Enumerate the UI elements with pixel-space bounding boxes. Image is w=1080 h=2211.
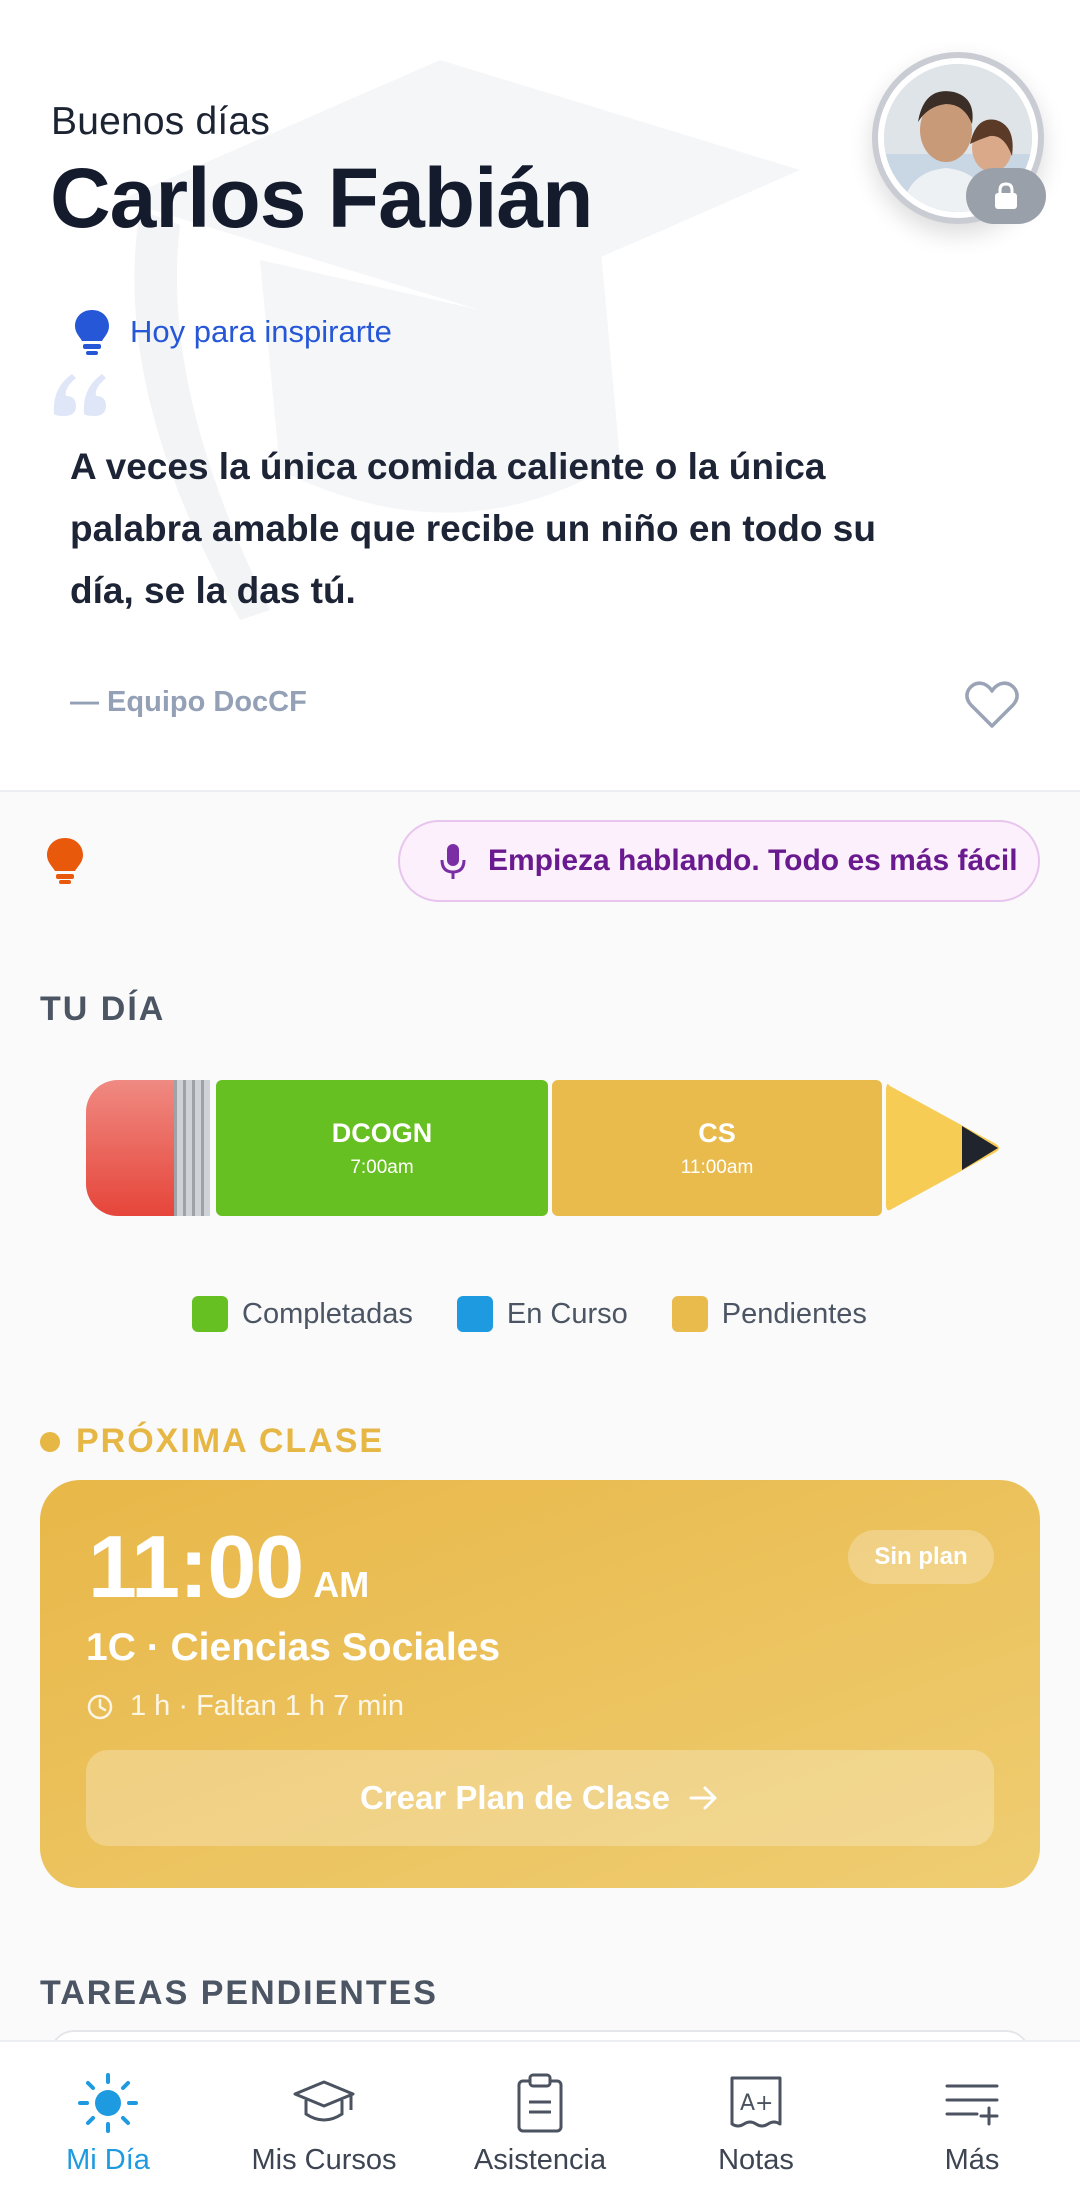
class-name: 1C · Ciencias Sociales — [86, 1626, 501, 1669]
lock-icon — [995, 182, 1017, 209]
plan-status-badge: Sin plan — [848, 1530, 994, 1584]
inspiration-header: Hoy para inspirarte — [72, 308, 392, 356]
legend-label: En Curso — [506, 1297, 628, 1330]
legend-swatch — [456, 1296, 493, 1332]
class-time: 11:00am — [680, 1156, 754, 1178]
bottom-nav: Mi Día Mis Cursos Asistencia A+ Notas Má… — [0, 2040, 1080, 2211]
next-class-title: PRÓXIMA CLASE — [76, 1422, 385, 1460]
class-start-time: 11:00 AM — [88, 1516, 369, 1618]
nav-label: Asistencia — [473, 2144, 607, 2176]
timeline-legend: Completadas En Curso Pendientes — [192, 1296, 867, 1332]
class-duration: 1 h · Faltan 1 h 7 min — [86, 1690, 404, 1723]
nav-label: Mis Cursos — [251, 2144, 397, 2176]
pencil-ferrule — [174, 1080, 210, 1216]
arrow-right-icon — [689, 1786, 717, 1810]
clock-icon — [87, 1694, 113, 1719]
sun-icon — [78, 2073, 138, 2133]
pencil-eraser — [86, 1080, 176, 1216]
legend-swatch — [671, 1296, 708, 1332]
nav-label: Notas — [718, 2144, 794, 2176]
user-name: Carlos Fabián — [50, 151, 593, 245]
legend-item-pending: Pendientes — [671, 1296, 867, 1332]
duration-text: 1 h · Faltan 1 h 7 min — [130, 1690, 405, 1722]
legend-label: Pendientes — [721, 1297, 867, 1330]
voice-start-button[interactable]: Empieza hablando. Todo es más fácil — [398, 820, 1040, 902]
pencil-tip — [886, 1084, 999, 1211]
nav-item-notas[interactable]: A+ Notas — [648, 2042, 864, 2211]
lock-badge[interactable] — [966, 168, 1046, 224]
microphone-icon — [440, 844, 466, 879]
class-segment-pending[interactable]: CS 11:00am — [552, 1080, 882, 1216]
next-class-card[interactable]: 11:00 AM Sin plan 1C · Ciencias Sociales … — [40, 1480, 1040, 1888]
svg-text:A+: A+ — [740, 2091, 773, 2116]
nav-item-mi-dia[interactable]: Mi Día — [0, 2042, 216, 2211]
tu-dia-title: TU DÍA — [40, 990, 166, 1028]
mi-dia-screen: Buenos días Carlos Fabián Hoy para inspi… — [0, 0, 1080, 2211]
heart-icon[interactable] — [964, 680, 1020, 730]
nav-label: Mi Día — [66, 2144, 150, 2176]
class-ampm: AM — [313, 1564, 370, 1605]
create-plan-button[interactable]: Crear Plan de Clase — [86, 1750, 994, 1846]
class-hour: 11:00 — [88, 1517, 304, 1616]
legend-item-in-progress: En Curso — [456, 1296, 628, 1332]
inspiration-quote: A veces la única comida caliente o la ún… — [70, 446, 876, 611]
graduation-cap-icon — [293, 2080, 355, 2122]
tip-lightbulb-icon[interactable] — [44, 836, 86, 886]
legend-swatch — [192, 1296, 228, 1332]
class-code: CS — [698, 1117, 736, 1148]
lightbulb-icon — [75, 310, 109, 355]
inspiration-label: Hoy para inspirarte — [130, 314, 392, 349]
legend-item-completed: Completadas — [192, 1296, 413, 1332]
clipboard-icon — [517, 2073, 563, 2133]
class-time: 7:00am — [350, 1156, 414, 1178]
pending-tasks-title: TAREAS PENDIENTES — [40, 1974, 438, 2012]
quote-author: — Equipo DocCF — [70, 686, 307, 718]
menu-plus-icon — [945, 2084, 999, 2126]
nav-item-mis-cursos[interactable]: Mis Cursos — [216, 2042, 432, 2211]
day-timeline-pencil: DCOGN 7:00am CS 11:00am — [86, 1080, 1006, 1216]
greeting: Buenos días — [51, 100, 271, 143]
next-class-header: PRÓXIMA CLASE — [40, 1422, 384, 1461]
create-plan-label: Crear Plan de Clase — [360, 1779, 670, 1816]
class-segment-completed[interactable]: DCOGN 7:00am — [216, 1080, 548, 1216]
voice-label: Empieza hablando. Todo es más fácil — [488, 844, 1018, 877]
inspiration-card: Buenos días Carlos Fabián Hoy para inspi… — [0, 0, 1080, 792]
nav-item-asistencia[interactable]: Asistencia — [432, 2042, 648, 2211]
nav-label: Más — [944, 2144, 1000, 2176]
grade-icon: A+ — [730, 2076, 782, 2128]
legend-label: Completadas — [242, 1297, 413, 1330]
nav-item-mas[interactable]: Más — [864, 2042, 1080, 2211]
status-dot — [40, 1431, 60, 1452]
quote-mark-icon — [53, 374, 106, 416]
class-code: DCOGN — [331, 1117, 433, 1148]
